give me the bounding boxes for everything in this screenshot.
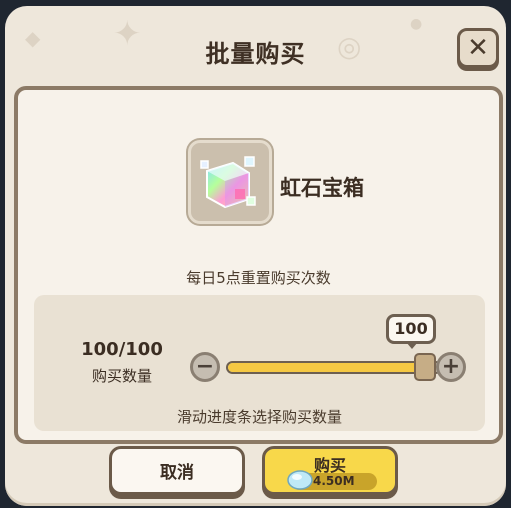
- batch-buy-dialog: ◆ ✦ ◎ ● 批量购买 ✕ 虹石宝箱 每日5点重置购买次数 100/100 购…: [5, 6, 506, 506]
- decrease-button[interactable]: −: [190, 352, 220, 382]
- increase-button[interactable]: +: [436, 352, 466, 382]
- blue-gem-currency-icon: [287, 470, 313, 490]
- close-button[interactable]: ✕: [457, 28, 499, 68]
- decor-glyph: ●: [410, 16, 423, 32]
- quantity-slider-area: 100/100 购买数量 − 100 + 滑动进度条选择购买数量: [34, 295, 485, 431]
- slider-hint: 滑动进度条选择购买数量: [176, 408, 342, 426]
- slider-bubble-tail: [406, 342, 418, 349]
- quantity-slider-track[interactable]: [226, 361, 442, 374]
- quantity-label: 购买数量: [91, 367, 152, 385]
- slider-value-bubble: 100: [386, 314, 436, 344]
- content-panel: 虹石宝箱 每日5点重置购买次数 100/100 购买数量 − 100 + 滑动进…: [14, 86, 503, 444]
- rainbow-gem-chest-icon: [200, 156, 256, 209]
- quantity-value: 100/100: [81, 339, 163, 360]
- quantity-slider-fill: [228, 363, 424, 372]
- plus-icon: +: [441, 354, 461, 379]
- quantity-slider-thumb[interactable]: [413, 353, 436, 381]
- dialog-title: 批量购买: [205, 40, 306, 68]
- item-icon-frame: [188, 140, 272, 224]
- price-text: 4.50M: [313, 474, 355, 488]
- item-name: 虹石宝箱: [280, 176, 364, 200]
- cancel-button-label: 取消: [160, 463, 194, 483]
- minus-icon: −: [195, 354, 215, 379]
- reset-note: 每日5点重置购买次数: [186, 269, 331, 287]
- buy-button[interactable]: 购买 4.50M: [262, 446, 398, 495]
- close-icon: ✕: [467, 33, 489, 63]
- cancel-button[interactable]: 取消: [109, 446, 245, 495]
